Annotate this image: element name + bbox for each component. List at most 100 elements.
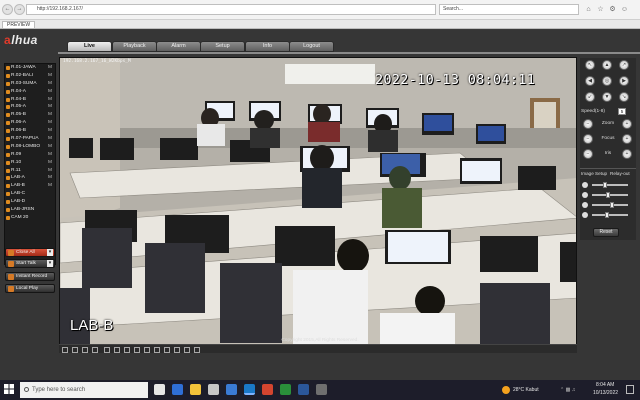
tab-live[interactable]: Live [67,41,112,52]
live-video-view[interactable]: 192.168.2.167_16_W2Kbps_M 2022-10-13 08:… [59,57,577,353]
camera-item[interactable]: R.10 M [5,159,55,167]
brightness-slider-handle[interactable] [603,182,608,188]
record-toggle-icon[interactable] [124,346,130,353]
saturation-slider-handle[interactable] [609,202,614,208]
camera-stream-flag[interactable]: M [48,103,52,111]
layout-16-icon[interactable] [92,346,98,353]
camera-item[interactable]: R.07-PAPUA M [5,135,55,143]
iris-close-icon[interactable]: − [583,149,593,159]
hue-slider-handle[interactable] [604,212,609,218]
camera-stream-flag[interactable]: M [48,96,52,104]
camera-item[interactable]: LAB-D [5,198,55,206]
address-bar[interactable]: http://192.168.2.167/ [26,4,436,15]
tray-icons[interactable]: ⌃ ▩ ♫ [560,387,575,393]
snapshot-icon[interactable] [114,346,120,353]
ptz-up-icon[interactable]: ▲ [602,60,612,70]
camera-item[interactable]: R.11 M [5,167,55,175]
home-icon[interactable]: ⌂ [584,5,593,14]
camera-item[interactable]: R.03-SUMA M [5,80,55,88]
ptz-down-left-icon[interactable]: ↙ [585,92,595,102]
weather-text[interactable]: 28°C Kabut [513,387,539,393]
tab-setup[interactable]: Setup [200,41,245,52]
forward-icon[interactable]: → [14,4,25,15]
camera-stream-flag[interactable]: M [48,174,52,182]
ptz-right-icon[interactable]: ▶ [619,76,629,86]
notification-icon[interactable] [626,385,634,394]
hue-slider[interactable] [592,214,628,216]
mail-icon[interactable] [226,384,237,395]
audio-toggle-icon[interactable] [144,346,150,353]
layout-9-icon[interactable] [82,346,88,353]
camera-stream-flag[interactable]: M [48,135,52,143]
instant-record-button[interactable]: Instant Record [5,272,55,281]
store-icon[interactable] [208,384,219,395]
camera-item[interactable]: R.06-B M [5,127,55,135]
camera-stream-flag[interactable]: M [48,127,52,135]
ptz-left-icon[interactable]: ◀ [585,76,595,86]
word-icon[interactable] [298,384,309,395]
close-all-dropdown-icon[interactable]: ▾ [47,249,53,256]
windows-start-icon[interactable] [4,384,14,394]
back-icon[interactable]: ← [2,4,13,15]
settings-gear-icon[interactable]: ⚙ [608,5,617,14]
settings-icon[interactable] [164,346,170,353]
browser-search-input[interactable]: Search... [439,4,579,15]
camera-stream-flag[interactable]: M [48,72,52,80]
favorites-star-icon[interactable]: ☆ [596,5,605,14]
camera-item[interactable]: R.01-JAWA M [5,64,55,72]
internet-explorer-icon[interactable] [244,384,255,395]
camera-item[interactable]: R.09 M [5,151,55,159]
camera-item[interactable]: R.02-BALI M [5,72,55,80]
ptz-up-left-icon[interactable]: ↖ [585,60,595,70]
iris-open-icon[interactable]: + [622,149,632,159]
tab-image-setup[interactable]: Image Setup [581,171,607,176]
start-talk-button[interactable]: Start Talk ▾ [5,259,55,268]
excel-icon[interactable] [280,384,291,395]
camera-item[interactable]: LAB-JRSN [5,206,55,214]
weather-icon[interactable] [502,386,510,394]
ptz-down-right-icon[interactable]: ↘ [619,92,629,102]
file-explorer-icon[interactable] [190,384,201,395]
camera-item[interactable]: LAB-C [5,190,55,198]
chrome-icon[interactable] [262,384,273,395]
ptz-center-icon[interactable]: ◎ [602,76,612,86]
app-icon[interactable] [316,384,327,395]
camera-item[interactable]: CAM 20 [5,214,55,222]
camera-item[interactable]: R.04-B M [5,96,55,104]
refresh-icon[interactable] [194,346,200,353]
speed-select[interactable]: 5 [618,108,626,115]
reset-button[interactable]: Reset [593,228,619,237]
zoom-in-icon[interactable]: + [622,119,632,129]
tab-logout[interactable]: Logout [289,41,334,52]
ptz-up-right-icon[interactable]: ↗ [619,60,629,70]
start-talk-dropdown-icon[interactable]: ▾ [47,260,53,267]
camera-item[interactable]: R.06-A M [5,119,55,127]
local-play-button[interactable]: Local Play [5,284,55,293]
fluency-icon[interactable] [184,346,190,353]
camera-stream-flag[interactable]: M [48,80,52,88]
zoom-out-icon[interactable]: − [583,119,593,129]
camera-stream-flag[interactable]: M [48,167,52,175]
camera-stream-flag[interactable]: M [48,159,52,167]
brightness-slider[interactable] [592,184,628,186]
camera-item[interactable]: R.08-LOMBO M [5,143,55,151]
camera-stream-flag[interactable]: M [48,182,52,190]
clock-time[interactable]: 8:04 AM [596,382,614,388]
smiley-icon[interactable]: ☺ [620,5,629,14]
tab-relay-out[interactable]: Relay-out [610,171,630,176]
browser-tab-preview[interactable]: PREVIEW [2,21,36,28]
contrast-slider-handle[interactable] [606,192,611,198]
camera-item[interactable]: R.05-B M [5,111,55,119]
stream-toggle-icon[interactable] [154,346,160,353]
ratio-icon[interactable] [174,346,180,353]
edge-icon[interactable] [172,384,183,395]
camera-item[interactable]: R.04-A M [5,88,55,96]
task-view-icon[interactable] [154,384,165,395]
close-all-button[interactable]: Close All ▾ [5,248,55,257]
tab-alarm[interactable]: Alarm [156,41,201,52]
taskbar-search-input[interactable]: Type here to search [20,382,148,398]
camera-item[interactable]: R.05-A M [5,103,55,111]
tab-playback[interactable]: Playback [112,41,157,52]
zoom-toggle-icon[interactable] [134,346,140,353]
focus-near-icon[interactable]: − [583,134,593,144]
